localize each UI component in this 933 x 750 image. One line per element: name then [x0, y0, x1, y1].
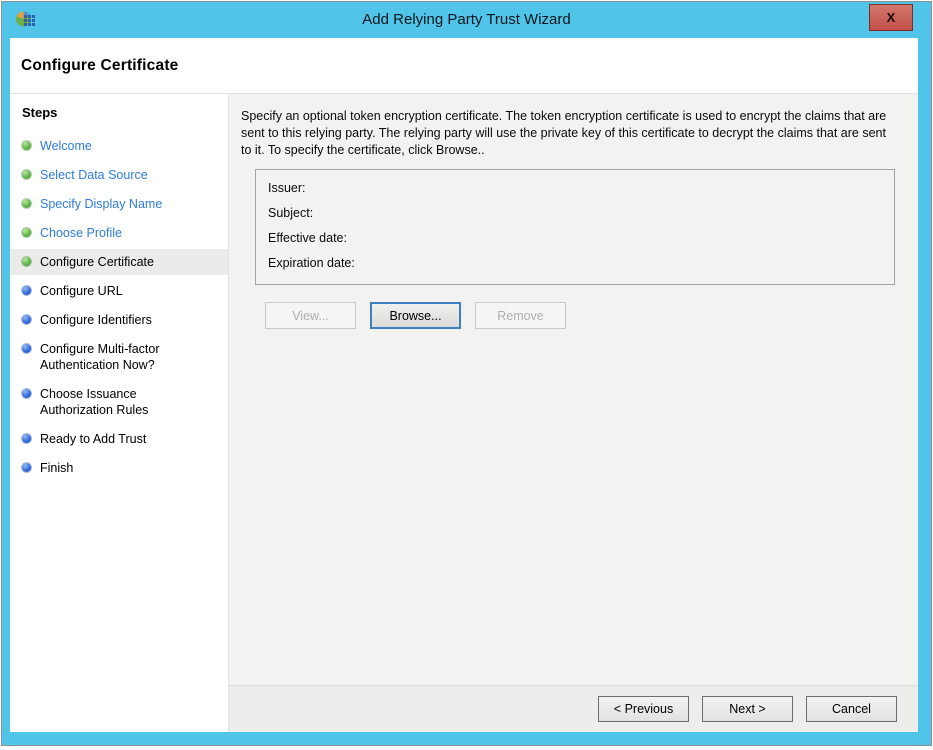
- previous-button[interactable]: < Previous: [598, 696, 689, 722]
- effective-date-label: Effective date:: [268, 230, 882, 246]
- window-title: Add Relying Party Trust Wizard: [2, 2, 931, 38]
- browse-button[interactable]: Browse...: [370, 302, 461, 329]
- titlebar: Add Relying Party Trust Wizard X: [2, 2, 931, 38]
- step-label: Configure Multi-factor Authentication No…: [40, 341, 190, 373]
- certificate-actions: View... Browse... Remove: [265, 302, 898, 329]
- remove-button[interactable]: Remove: [475, 302, 566, 329]
- step-complete-dot-icon: [22, 228, 31, 237]
- wizard-footer: < Previous Next > Cancel: [229, 685, 918, 732]
- subject-label: Subject:: [268, 205, 882, 221]
- step-label: Choose Profile: [40, 225, 122, 241]
- wizard-panel: Configure Certificate Steps Welcome Selec…: [10, 38, 918, 732]
- step-item: Choose Issuance Authorization Rules: [10, 381, 228, 423]
- steps-sidebar: Steps Welcome Select Data Source Specify D…: [10, 94, 229, 732]
- step-item[interactable]: Specify Display Name: [10, 191, 228, 217]
- step-complete-dot-icon: [22, 257, 31, 266]
- step-pending-dot-icon: [22, 315, 31, 324]
- step-label: Choose Issuance Authorization Rules: [40, 386, 190, 418]
- step-pending-dot-icon: [22, 286, 31, 295]
- step-pending-dot-icon: [22, 389, 31, 398]
- step-item[interactable]: Welcome: [10, 133, 228, 159]
- step-label: Configure Certificate: [40, 254, 154, 270]
- step-item: Ready to Add Trust: [10, 426, 228, 452]
- step-complete-dot-icon: [22, 141, 31, 150]
- step-complete-dot-icon: [22, 170, 31, 179]
- page-title: Configure Certificate: [21, 57, 179, 75]
- steps-list: Welcome Select Data Source Specify Display…: [10, 133, 228, 481]
- step-pending-dot-icon: [22, 344, 31, 353]
- description-text: Specify an optional token encryption cer…: [241, 108, 897, 159]
- step-label: Specify Display Name: [40, 196, 162, 212]
- page-header: Configure Certificate: [10, 38, 918, 94]
- step-label: Ready to Add Trust: [40, 431, 146, 447]
- step-item: Finish: [10, 455, 228, 481]
- issuer-label: Issuer:: [268, 180, 882, 196]
- step-label: Configure URL: [40, 283, 123, 299]
- cancel-button[interactable]: Cancel: [806, 696, 897, 722]
- expiration-date-label: Expiration date:: [268, 255, 882, 271]
- step-item: Configure URL: [10, 278, 228, 304]
- step-complete-dot-icon: [22, 199, 31, 208]
- step-pending-dot-icon: [22, 434, 31, 443]
- wizard-window: Add Relying Party Trust Wizard X Configu…: [1, 1, 932, 746]
- step-item: Configure Multi-factor Authentication No…: [10, 336, 228, 378]
- step-label: Select Data Source: [40, 167, 148, 183]
- steps-heading: Steps: [10, 103, 228, 133]
- step-label: Configure Identifiers: [40, 312, 152, 328]
- step-item[interactable]: Select Data Source: [10, 162, 228, 188]
- close-button[interactable]: X: [869, 4, 913, 31]
- main-area: Specify an optional token encryption cer…: [229, 94, 918, 732]
- step-pending-dot-icon: [22, 463, 31, 472]
- view-button[interactable]: View...: [265, 302, 356, 329]
- step-item[interactable]: Choose Profile: [10, 220, 228, 246]
- step-label: Welcome: [40, 138, 92, 154]
- step-item: Configure Certificate: [10, 249, 228, 275]
- next-button[interactable]: Next >: [702, 696, 793, 722]
- step-label: Finish: [40, 460, 73, 476]
- certificate-info-box: Issuer: Subject: Effective date: Expirat…: [255, 169, 895, 285]
- step-item: Configure Identifiers: [10, 307, 228, 333]
